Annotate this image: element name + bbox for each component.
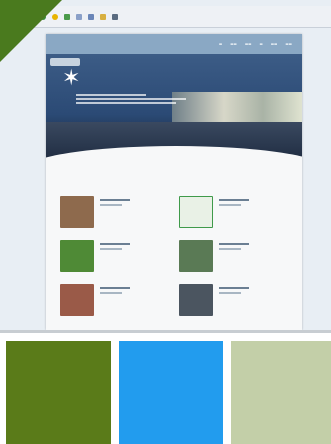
project-thumbnail[interactable] — [179, 240, 213, 272]
project-card[interactable] — [60, 240, 171, 272]
nav-item[interactable]: ▬▬ — [285, 42, 292, 46]
nav-item[interactable]: ▬▬ — [245, 42, 252, 46]
page-icon[interactable] — [100, 13, 106, 20]
frame-divider — [0, 330, 331, 333]
mail-icon[interactable] — [76, 13, 82, 20]
project-thumbnail[interactable] — [60, 240, 94, 272]
site-navigation: ▬ ▬▬ ▬▬ ▬ ▬▬ ▬▬ — [46, 34, 302, 54]
project-card[interactable] — [179, 240, 290, 272]
tools-icon[interactable] — [112, 13, 118, 20]
swatch-sage — [231, 341, 331, 444]
swatch-green — [6, 341, 111, 444]
hero-buildings — [172, 92, 302, 122]
feed-icon[interactable] — [64, 13, 70, 20]
project-card[interactable] — [179, 284, 290, 316]
project-thumbnail[interactable] — [60, 284, 94, 316]
swatch-blue — [119, 341, 223, 444]
project-card[interactable] — [60, 196, 171, 228]
nav-item[interactable]: ▬▬ — [230, 42, 237, 46]
nav-item[interactable]: ▬▬ — [271, 42, 278, 46]
project-grid — [60, 196, 290, 316]
logo-figure-icon: ✶ — [62, 66, 81, 91]
website-screenshot: ▬ ▬▬ ▬▬ ▬ ▬▬ ▬▬ ✶ — [0, 0, 331, 333]
project-card[interactable] — [179, 196, 290, 228]
nav-item[interactable]: ▬ — [259, 42, 262, 46]
project-thumbnail[interactable] — [60, 196, 94, 228]
nav-item[interactable]: ▬ — [219, 42, 222, 46]
hero-banner: ✶ — [46, 54, 302, 164]
print-icon[interactable] — [88, 13, 94, 20]
hero-tagline — [76, 94, 186, 106]
website-page: ▬ ▬▬ ▬▬ ▬ ▬▬ ▬▬ ✶ — [46, 34, 302, 330]
project-card[interactable] — [60, 284, 171, 316]
project-thumbnail[interactable] — [179, 196, 213, 228]
corner-ribbon — [0, 0, 62, 62]
project-thumbnail[interactable] — [179, 284, 213, 316]
